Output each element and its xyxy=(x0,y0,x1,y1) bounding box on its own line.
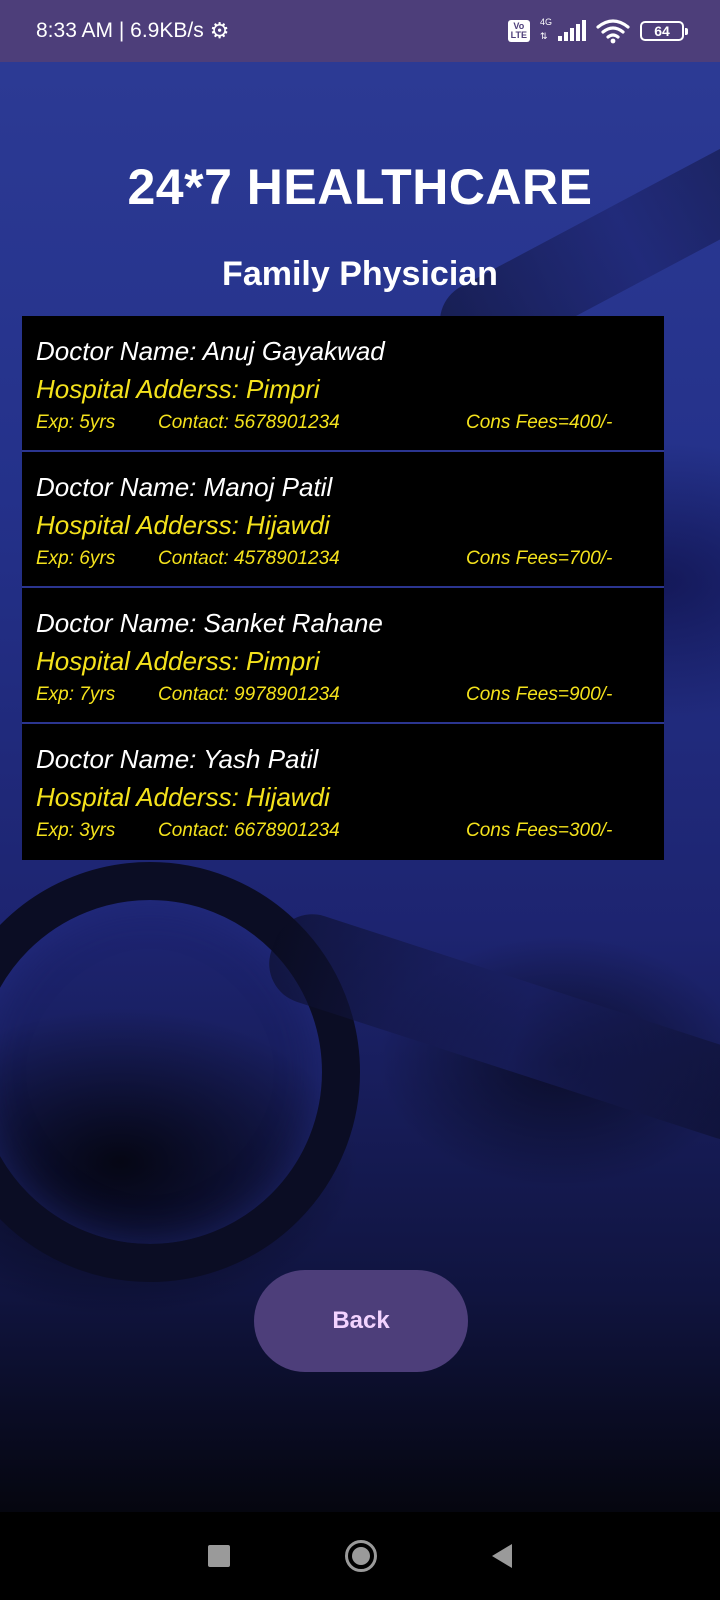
consultation-fees: Cons Fees=400/- xyxy=(466,412,613,433)
hospital-address: Hospital Adderss: Hijawdi xyxy=(36,510,330,540)
doctor-meta: Exp: 5yrs Contact: 5678901234 Cons Fees=… xyxy=(36,408,650,438)
network-type: 4G xyxy=(540,17,553,27)
back-button[interactable]: Back xyxy=(254,1270,468,1372)
status-right: Vo LTE 4G ⇅ 64 xyxy=(507,17,688,45)
navigation-bar xyxy=(0,1512,720,1600)
status-left: 8:33 AM | 6.9KB/s ⚙ xyxy=(36,19,229,43)
hospital-address: Hospital Adderss: Hijawdi xyxy=(36,782,330,812)
hospital-address: Hospital Adderss: Pimpri xyxy=(36,646,320,676)
experience: Exp: 3yrs xyxy=(36,820,116,841)
doctor-card[interactable]: Doctor Name: Anuj Gayakwad Hospital Adde… xyxy=(22,316,664,452)
page-title: Family Physician xyxy=(222,255,498,293)
doctor-meta: Exp: 3yrs Contact: 6678901234 Cons Fees=… xyxy=(36,816,650,846)
data-arrows-icon: ⇅ xyxy=(540,31,548,41)
app-background: 24*7 HEALTHCARE Family Physician Doctor … xyxy=(0,62,720,1512)
doctor-name: Doctor Name: Sanket Rahane xyxy=(36,608,383,638)
contact-number: Contact: 9978901234 xyxy=(158,684,340,705)
battery-level: 64 xyxy=(654,23,670,39)
contact-number: Contact: 5678901234 xyxy=(158,412,340,433)
consultation-fees: Cons Fees=700/- xyxy=(466,548,613,569)
wifi-icon xyxy=(596,19,630,44)
home-circle-icon[interactable] xyxy=(344,1540,377,1572)
doctor-meta: Exp: 7yrs Contact: 9978901234 Cons Fees=… xyxy=(36,680,650,710)
gear-icon: ⚙ xyxy=(209,18,230,43)
back-triangle-icon[interactable] xyxy=(492,1544,513,1568)
app-title: 24*7 HEALTHCARE xyxy=(127,159,593,215)
doctor-card[interactable]: Doctor Name: Manoj Patil Hospital Adders… xyxy=(22,452,664,588)
signal-bars-icon xyxy=(558,20,586,41)
consultation-fees: Cons Fees=900/- xyxy=(466,684,613,705)
doctor-name: Doctor Name: Yash Patil xyxy=(36,744,319,774)
doctor-card[interactable]: Doctor Name: Yash Patil Hospital Adderss… xyxy=(22,724,664,860)
doctor-list: Doctor Name: Anuj Gayakwad Hospital Adde… xyxy=(22,316,664,860)
volte-icon: Vo LTE xyxy=(507,20,530,42)
consultation-fees: Cons Fees=300/- xyxy=(466,820,613,841)
experience: Exp: 6yrs xyxy=(36,548,116,569)
experience: Exp: 5yrs xyxy=(36,412,116,433)
doctor-name: Doctor Name: Manoj Patil xyxy=(36,472,333,502)
screen: 8:33 AM | 6.9KB/s ⚙ Vo LTE 4G ⇅ 64 24*7 … xyxy=(0,0,720,1600)
contact-number: Contact: 6678901234 xyxy=(158,820,340,841)
contact-number: Contact: 4578901234 xyxy=(158,548,340,569)
signal-icon: 4G ⇅ xyxy=(540,17,586,45)
battery-icon: 64 xyxy=(640,21,688,41)
doctor-meta: Exp: 6yrs Contact: 4578901234 Cons Fees=… xyxy=(36,544,650,574)
hospital-address: Hospital Adderss: Pimpri xyxy=(36,374,320,404)
status-bar: 8:33 AM | 6.9KB/s ⚙ Vo LTE 4G ⇅ 64 xyxy=(0,0,720,62)
doctor-name: Doctor Name: Anuj Gayakwad xyxy=(36,336,385,366)
recents-square-icon[interactable] xyxy=(207,1545,230,1567)
time-speed: 8:33 AM | 6.9KB/s xyxy=(36,19,204,42)
doctor-card[interactable]: Doctor Name: Sanket Rahane Hospital Adde… xyxy=(22,588,664,724)
experience: Exp: 7yrs xyxy=(36,684,116,705)
